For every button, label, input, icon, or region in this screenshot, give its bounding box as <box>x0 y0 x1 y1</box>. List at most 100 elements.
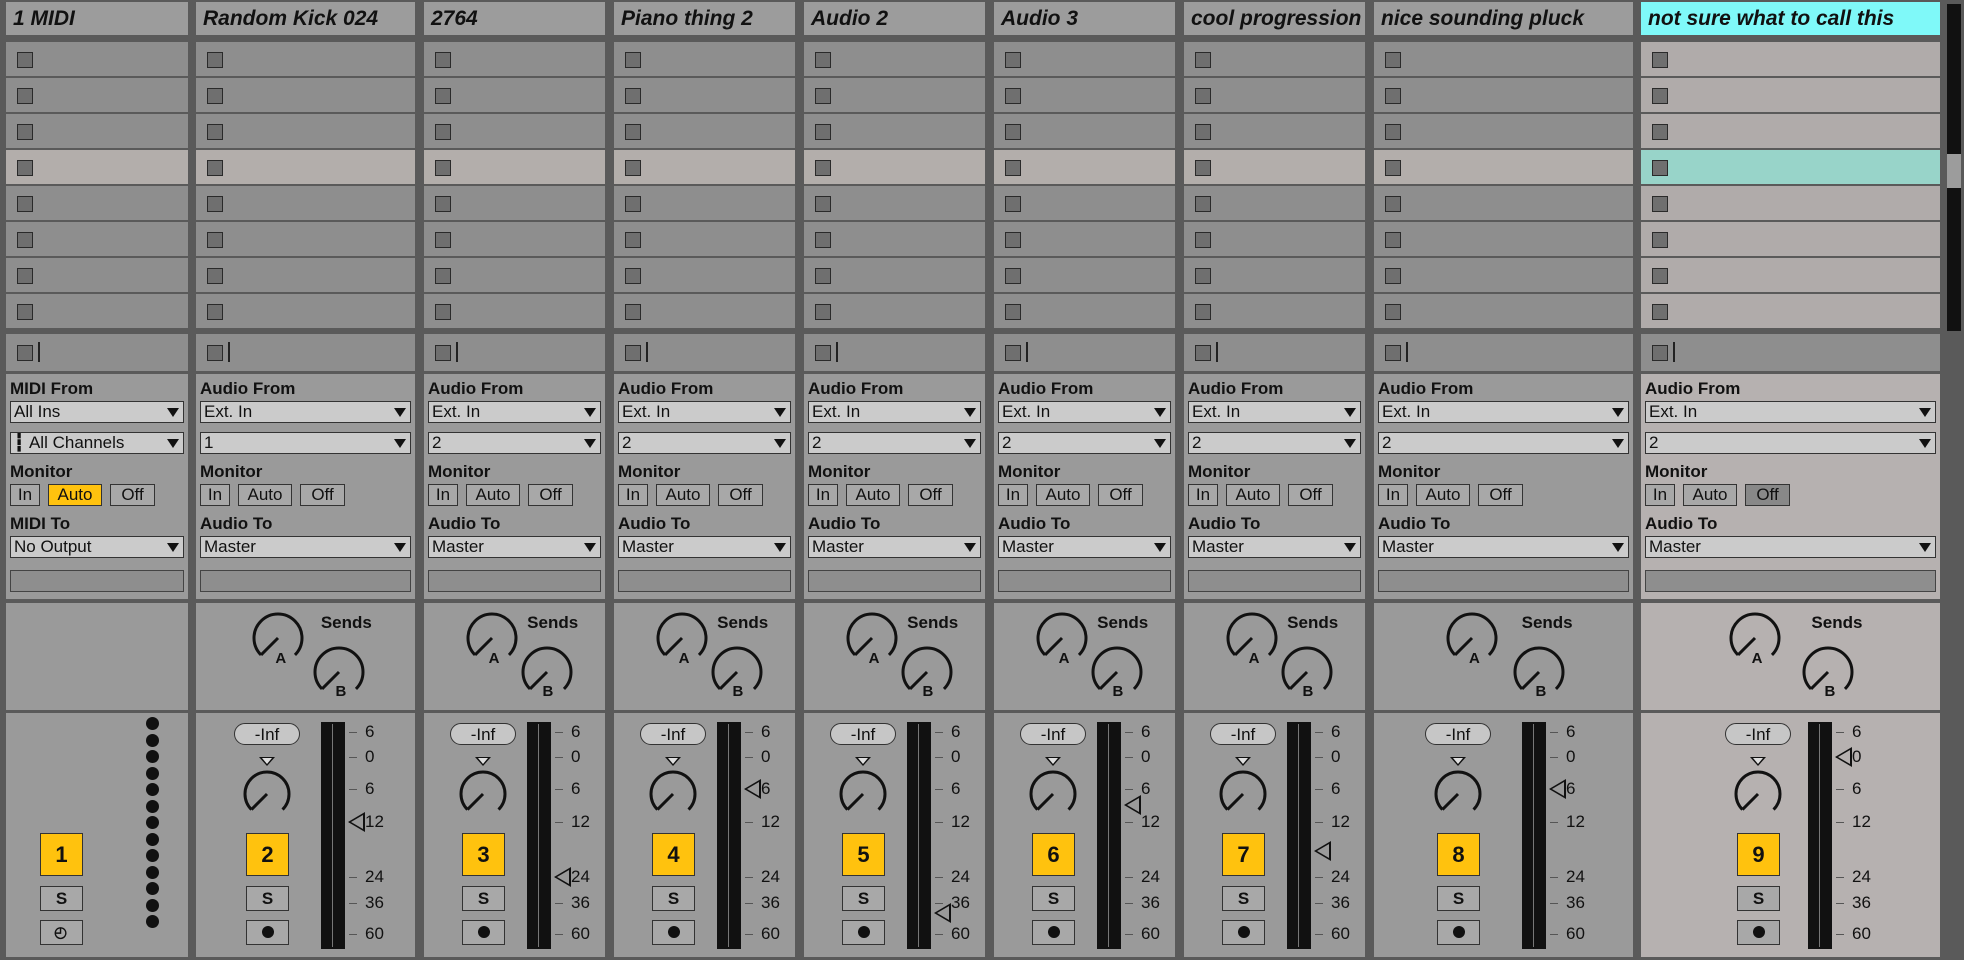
clip-stop-square-icon[interactable] <box>1385 124 1401 140</box>
clip-slot[interactable] <box>196 222 415 256</box>
clip-stop-square-icon[interactable] <box>1652 196 1668 212</box>
clip-slot[interactable] <box>1184 186 1365 220</box>
solo-button[interactable]: S <box>462 886 505 911</box>
track-activator-button[interactable]: 2 <box>246 833 289 876</box>
output-type-select[interactable]: Master <box>428 536 601 558</box>
arm-button[interactable] <box>462 920 505 945</box>
pan-knob[interactable] <box>1218 769 1268 824</box>
clip-stop-square-icon[interactable] <box>17 196 33 212</box>
clip-stop-square-icon[interactable] <box>1195 88 1211 104</box>
output-channel-field[interactable] <box>808 570 981 592</box>
clip-stop-square-icon[interactable] <box>435 88 451 104</box>
monitor-in-button[interactable]: In <box>618 484 648 506</box>
stop-clips-button[interactable] <box>625 345 641 361</box>
clip-slot[interactable] <box>1374 222 1633 256</box>
clip-stop-square-icon[interactable] <box>435 304 451 320</box>
monitor-off-button[interactable]: Off <box>528 484 573 506</box>
clip-stop-square-icon[interactable] <box>435 268 451 284</box>
stop-clips-button[interactable] <box>1385 345 1401 361</box>
clip-slot[interactable] <box>804 150 985 184</box>
clip-stop-square-icon[interactable] <box>17 304 33 320</box>
clip-slot[interactable] <box>6 78 188 112</box>
clip-slot[interactable] <box>1374 42 1633 76</box>
solo-button[interactable]: S <box>652 886 695 911</box>
clip-stop-square-icon[interactable] <box>1005 304 1021 320</box>
clip-slot[interactable] <box>1641 222 1940 256</box>
arm-button[interactable] <box>1032 920 1075 945</box>
clip-stop-square-icon[interactable] <box>625 88 641 104</box>
arm-button[interactable] <box>246 920 289 945</box>
monitor-auto-button[interactable]: Auto <box>238 484 292 506</box>
monitor-off-button[interactable]: Off <box>1288 484 1333 506</box>
output-channel-field[interactable] <box>428 570 601 592</box>
volume-fader-handle[interactable] <box>554 867 571 887</box>
output-type-select[interactable]: Master <box>200 536 411 558</box>
arm-button[interactable] <box>652 920 695 945</box>
output-type-select[interactable]: Master <box>1378 536 1629 558</box>
volume-fader-handle[interactable] <box>1835 747 1852 767</box>
track-title[interactable]: cool progression <box>1184 2 1365 35</box>
solo-button[interactable]: S <box>40 886 83 911</box>
track-title[interactable]: nice sounding pluck <box>1374 2 1633 35</box>
clip-slot[interactable] <box>804 78 985 112</box>
track-title[interactable]: not sure what to call this <box>1641 2 1940 35</box>
clip-stop-square-icon[interactable] <box>625 268 641 284</box>
clip-stop-square-icon[interactable] <box>1652 88 1668 104</box>
clip-stop-square-icon[interactable] <box>1652 52 1668 68</box>
clip-slot[interactable] <box>196 114 415 148</box>
track-activator-button[interactable]: 1 <box>40 833 83 876</box>
clip-slot[interactable] <box>196 258 415 292</box>
input-type-select[interactable]: Ext. In <box>428 401 601 423</box>
output-type-select[interactable]: Master <box>1188 536 1361 558</box>
volume-fader-handle[interactable] <box>934 903 951 923</box>
clip-stop-square-icon[interactable] <box>207 52 223 68</box>
volume-fader-handle[interactable] <box>1124 795 1141 815</box>
clip-stop-square-icon[interactable] <box>815 124 831 140</box>
output-channel-field[interactable] <box>998 570 1171 592</box>
clip-stop-square-icon[interactable] <box>207 304 223 320</box>
vertical-scrollbar[interactable] <box>1944 2 1964 958</box>
clip-slot[interactable] <box>614 222 795 256</box>
clip-slot[interactable] <box>994 186 1175 220</box>
volume-readout[interactable]: -Inf <box>830 723 896 745</box>
monitor-in-button[interactable]: In <box>998 484 1028 506</box>
volume-readout[interactable]: -Inf <box>234 723 300 745</box>
input-type-select[interactable]: Ext. In <box>998 401 1171 423</box>
clip-stop-square-icon[interactable] <box>17 124 33 140</box>
clip-slot[interactable] <box>6 186 188 220</box>
volume-fader-handle[interactable] <box>1549 779 1566 799</box>
monitor-in-button[interactable]: In <box>200 484 230 506</box>
clip-stop-square-icon[interactable] <box>625 304 641 320</box>
solo-button[interactable]: S <box>1222 886 1265 911</box>
stop-clips-button[interactable] <box>1652 345 1668 361</box>
output-type-select[interactable]: Master <box>1645 536 1936 558</box>
pan-knob[interactable] <box>1028 769 1078 824</box>
clip-slot[interactable] <box>994 258 1175 292</box>
monitor-in-button[interactable]: In <box>808 484 838 506</box>
monitor-auto-button[interactable]: Auto <box>846 484 900 506</box>
clip-slot[interactable] <box>1374 78 1633 112</box>
output-channel-field[interactable] <box>1645 570 1936 592</box>
clip-slot[interactable] <box>804 258 985 292</box>
clip-stop-square-icon[interactable] <box>815 88 831 104</box>
clip-slot[interactable] <box>1641 42 1940 76</box>
clip-stop-square-icon[interactable] <box>815 268 831 284</box>
stop-clips-button[interactable] <box>17 345 33 361</box>
track-title[interactable]: 1 MIDI <box>6 2 188 35</box>
clip-slot[interactable] <box>1641 78 1940 112</box>
clip-stop-square-icon[interactable] <box>207 196 223 212</box>
volume-fader-handle[interactable] <box>348 812 365 832</box>
solo-button[interactable]: S <box>1437 886 1480 911</box>
clip-stop-square-icon[interactable] <box>1005 124 1021 140</box>
clip-slot[interactable] <box>6 150 188 184</box>
monitor-auto-button[interactable]: Auto <box>1036 484 1090 506</box>
stop-clips-button[interactable] <box>1005 345 1021 361</box>
arm-button[interactable] <box>1222 920 1265 945</box>
clip-stop-square-icon[interactable] <box>1652 304 1668 320</box>
input-channel-select[interactable]: 2 <box>618 432 791 454</box>
clip-slot[interactable] <box>1184 222 1365 256</box>
clip-slot[interactable] <box>804 222 985 256</box>
clip-stop-square-icon[interactable] <box>207 160 223 176</box>
clip-stop-square-icon[interactable] <box>1652 124 1668 140</box>
monitor-off-button[interactable]: Off <box>1745 484 1790 506</box>
